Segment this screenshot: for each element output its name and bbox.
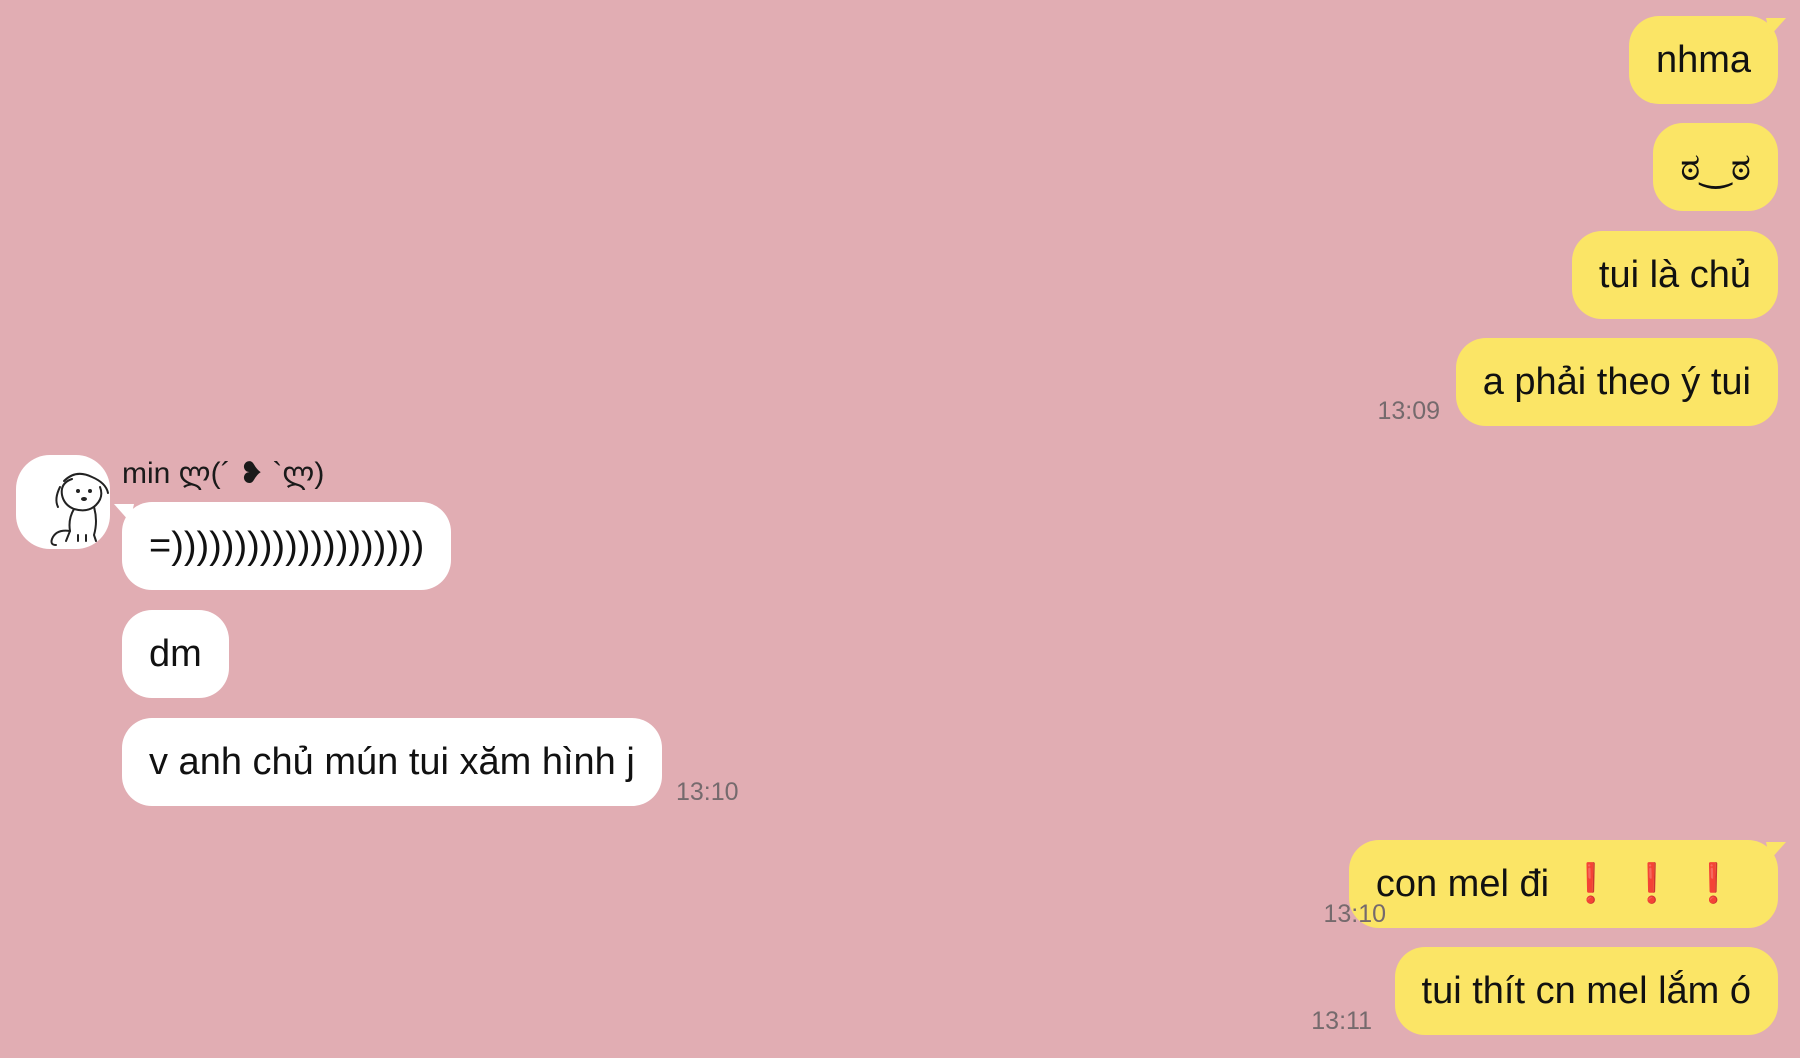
outgoing-message-bubble[interactable]: tui thít cn mel lắm ó bbox=[1394, 947, 1778, 1035]
contact-avatar[interactable] bbox=[16, 455, 110, 549]
message-text: tui là chủ bbox=[1598, 253, 1751, 296]
sender-name: min ლ(´ ❥ `ლ) bbox=[122, 457, 325, 490]
message-timestamp: 13:10 bbox=[676, 778, 739, 806]
outgoing-message-bubble[interactable]: tui là chủ bbox=[1571, 231, 1778, 319]
incoming-message-bubble[interactable]: =)))))))))))))))))))) bbox=[122, 502, 452, 590]
outgoing-message-bubble[interactable]: a phải theo ý tui bbox=[1455, 338, 1778, 426]
dog-doodle-icon bbox=[50, 472, 109, 546]
message-timestamp: 13:11 bbox=[1311, 1007, 1372, 1035]
message-text: tui thít cn mel lắm ó bbox=[1421, 969, 1751, 1012]
message-text: dm bbox=[149, 632, 202, 675]
chat-thread[interactable]: nhma ಠ‿ಠ tui là chủ a phải theo ý tui 13… bbox=[0, 0, 1800, 1058]
outgoing-message-bubble[interactable]: nhma bbox=[1628, 16, 1778, 104]
message-text: a phải theo ý tui bbox=[1482, 360, 1751, 403]
message-text: ಠ‿ಠ bbox=[1680, 146, 1751, 189]
outgoing-message-bubble[interactable]: ಠ‿ಠ bbox=[1653, 123, 1778, 211]
exclamation-emoji-icon: ❗❗❗ bbox=[1567, 863, 1751, 905]
incoming-message-bubble[interactable]: v anh chủ mún tui xăm hình j bbox=[122, 718, 662, 806]
message-text: con mel đi bbox=[1375, 862, 1550, 905]
message-timestamp: 13:10 bbox=[1323, 900, 1386, 928]
message-text: nhma bbox=[1655, 38, 1751, 81]
outgoing-message-bubble[interactable]: con mel đi ❗❗❗ bbox=[1348, 840, 1778, 928]
message-text: v anh chủ mún tui xăm hình j bbox=[149, 740, 635, 783]
message-timestamp: 13:09 bbox=[1377, 397, 1440, 425]
message-text: =)))))))))))))))))))) bbox=[149, 524, 425, 567]
incoming-message-bubble[interactable]: dm bbox=[122, 610, 229, 698]
